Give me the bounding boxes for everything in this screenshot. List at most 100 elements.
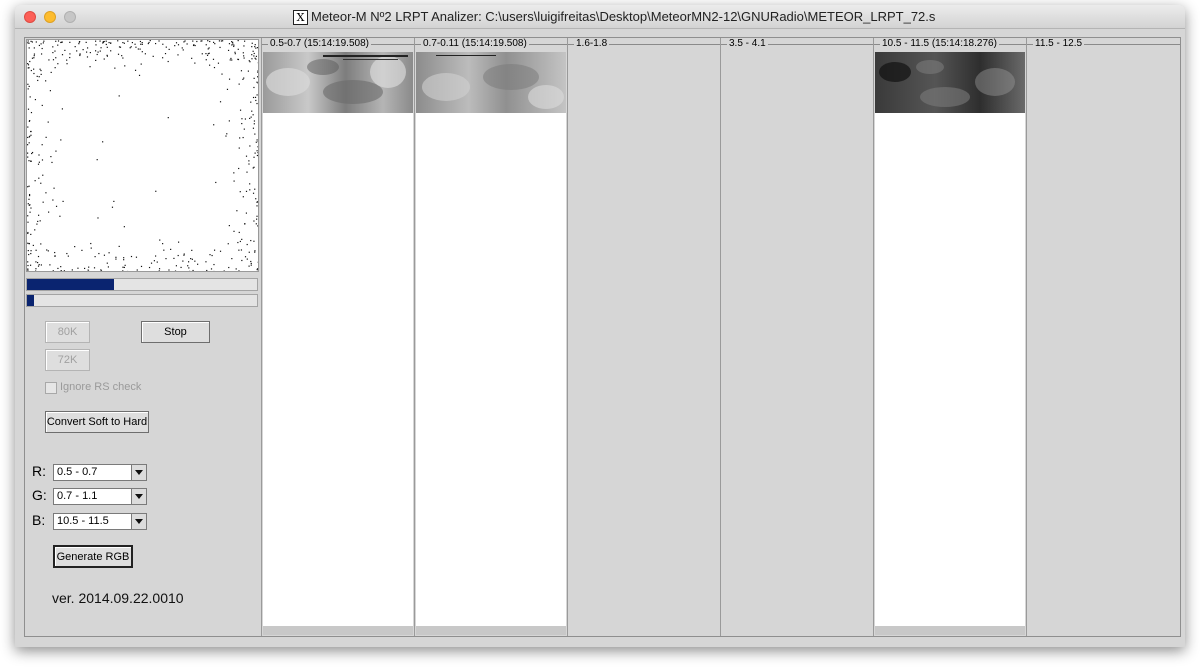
r-channel-select[interactable]: 0.5 - 0.7	[53, 464, 147, 481]
constellation-point	[27, 215, 29, 217]
constellation-point	[158, 268, 161, 270]
constellation-point	[188, 267, 190, 269]
constellation-point	[102, 42, 104, 44]
constellation-point	[196, 40, 198, 43]
constellation-point	[34, 229, 36, 231]
constellation-point	[159, 239, 161, 241]
constellation-point	[252, 96, 255, 99]
constellation-point	[256, 94, 258, 96]
channel-panel-4: 3.5 - 4.1	[720, 38, 873, 636]
constellation-point	[140, 265, 143, 268]
80k-button[interactable]: 80K	[45, 321, 90, 343]
constellation-point	[200, 40, 202, 42]
constellation-plot	[26, 39, 259, 272]
title-bar[interactable]: X Meteor-M Nº2 LRPT Analizer: C:\users\l…	[15, 5, 1185, 29]
constellation-point	[123, 266, 125, 269]
constellation-point	[177, 254, 179, 257]
constellation-point	[30, 130, 32, 133]
g-channel-label: G:	[32, 487, 47, 503]
constellation-point	[210, 268, 213, 270]
g-channel-select[interactable]: 0.7 - 1.1	[53, 488, 147, 505]
r-channel-label: R:	[32, 463, 46, 479]
constellation-point	[108, 252, 110, 254]
constellation-point	[28, 160, 30, 162]
constellation-point	[238, 270, 240, 271]
constellation-point	[250, 264, 252, 266]
constellation-point	[168, 48, 170, 51]
constellation-point	[40, 264, 42, 266]
constellation-point	[242, 196, 244, 198]
constellation-point	[236, 210, 238, 212]
constellation-point	[47, 121, 49, 123]
constellation-point	[38, 161, 40, 163]
constellation-point	[115, 258, 117, 260]
constellation-point	[251, 54, 253, 56]
constellation-point	[30, 233, 32, 236]
dropdown-arrow-icon[interactable]	[131, 465, 146, 480]
stop-button[interactable]: Stop	[141, 321, 210, 343]
constellation-point	[103, 58, 105, 60]
constellation-point	[191, 57, 193, 59]
constellation-point	[212, 41, 215, 43]
constellation-point	[228, 78, 231, 80]
constellation-point	[33, 55, 35, 57]
dropdown-arrow-icon[interactable]	[131, 514, 146, 529]
constellation-point	[52, 51, 54, 54]
constellation-point	[144, 53, 146, 55]
constellation-point	[90, 242, 92, 245]
constellation-point	[174, 270, 177, 271]
constellation-point	[37, 255, 40, 258]
constellation-point	[226, 133, 228, 135]
convert-soft-to-hard-button[interactable]: Convert Soft to Hard	[45, 411, 149, 433]
generate-rgb-button[interactable]: Generate RGB	[53, 545, 133, 568]
constellation-point	[167, 60, 169, 63]
constellation-point	[158, 270, 160, 271]
constellation-point	[227, 49, 230, 52]
constellation-point	[187, 265, 189, 267]
minimize-button[interactable]	[44, 11, 56, 23]
constellation-point	[79, 54, 81, 57]
constellation-point	[184, 40, 186, 42]
close-button[interactable]	[24, 11, 36, 23]
constellation-point	[131, 41, 133, 44]
constellation-point	[192, 44, 195, 47]
constellation-point	[27, 88, 29, 90]
zoom-button[interactable]	[64, 11, 76, 23]
constellation-point	[253, 86, 255, 89]
constellation-point	[33, 57, 35, 59]
dropdown-arrow-icon[interactable]	[131, 489, 146, 504]
constellation-point	[61, 108, 63, 110]
constellation-point	[253, 55, 255, 57]
channel-title: 3.5 - 4.1	[727, 38, 768, 49]
constellation-point	[254, 251, 256, 253]
constellation-point	[123, 257, 125, 259]
constellation-point	[33, 68, 35, 70]
constellation-point	[255, 55, 258, 57]
constellation-point	[27, 269, 29, 271]
constellation-point	[249, 189, 251, 191]
constellation-point	[41, 104, 43, 107]
constellation-point	[30, 207, 32, 209]
constellation-point	[45, 136, 47, 138]
version-label: ver. 2014.09.22.0010	[52, 590, 184, 606]
b-channel-select[interactable]: 10.5 - 11.5	[53, 513, 147, 530]
constellation-point	[84, 267, 86, 270]
constellation-point	[34, 98, 37, 101]
constellation-point	[117, 40, 119, 42]
constellation-point	[79, 40, 81, 43]
constellation-point	[105, 40, 107, 42]
constellation-point	[237, 58, 240, 61]
constellation-point	[52, 270, 54, 271]
constellation-point	[27, 203, 29, 205]
constellation-point	[123, 226, 125, 228]
constellation-point	[89, 66, 91, 68]
constellation-point	[251, 58, 253, 60]
72k-button[interactable]: 72K	[45, 349, 90, 371]
constellation-point	[27, 221, 29, 223]
constellation-point	[238, 167, 240, 170]
constellation-point	[124, 65, 126, 67]
ignore-rs-checkbox[interactable]	[45, 382, 57, 394]
constellation-point	[60, 270, 62, 271]
constellation-point	[137, 48, 139, 50]
constellation-point	[194, 44, 196, 47]
